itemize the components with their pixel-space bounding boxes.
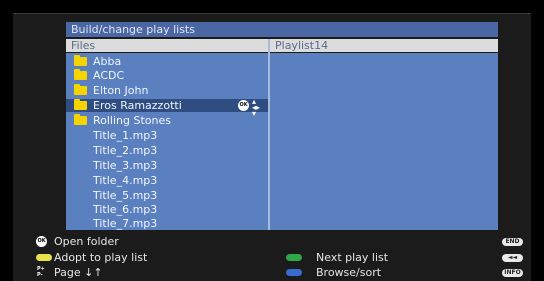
playlist-column-header: Playlist14 bbox=[270, 39, 498, 52]
folder-icon bbox=[74, 55, 87, 66]
list-item-label: Eros Ramazzotti bbox=[93, 99, 182, 112]
list-item-label: Elton John bbox=[93, 84, 149, 97]
window-title: Build/change play lists bbox=[66, 22, 498, 37]
list-item-label: Title_6.mp3 bbox=[93, 203, 158, 216]
list-item-label: Title_4.mp3 bbox=[93, 174, 158, 187]
end-key-icon: END bbox=[502, 238, 523, 246]
yellow-button-icon bbox=[36, 254, 52, 261]
list-item-label: Rolling Stones bbox=[93, 114, 171, 127]
list-item-label: Abba bbox=[93, 55, 122, 68]
legend-adopt-label: Adopt to play list bbox=[54, 251, 148, 264]
list-item-abba[interactable]: Abba bbox=[66, 55, 268, 68]
files-column-header: Files bbox=[66, 39, 268, 52]
page-up-down-icon: P+ P- bbox=[37, 266, 45, 278]
list-item-title-2[interactable]: Title_2.mp3 bbox=[66, 144, 268, 157]
list-item-label: Title_7.mp3 bbox=[93, 217, 158, 230]
folder-icon bbox=[74, 84, 87, 95]
list-item-label: Title_2.mp3 bbox=[93, 144, 158, 157]
folder-icon bbox=[74, 69, 87, 80]
legend-next-playlist-label: Next play list bbox=[316, 251, 389, 264]
legend-browse-label: Browse/sort bbox=[316, 266, 382, 279]
info-key-icon: INFO bbox=[502, 269, 523, 277]
list-item-title-5[interactable]: Title_5.mp3 bbox=[66, 189, 268, 202]
list-item-title-4[interactable]: Title_4.mp3 bbox=[66, 174, 268, 187]
list-item-title-6[interactable]: Title_6.mp3 bbox=[66, 203, 268, 216]
folder-icon bbox=[74, 114, 87, 125]
legend-page-label: Page ↓↑ bbox=[54, 266, 103, 279]
list-item-elton-john[interactable]: Elton John bbox=[66, 84, 268, 97]
list-item-acdc[interactable]: ACDC bbox=[66, 69, 268, 82]
legend-open-folder-label: Open folder bbox=[54, 235, 119, 248]
list-item-eros-ramazzotti[interactable]: Eros Ramazzotti OK ▴ ◂▸ ▾ bbox=[66, 98, 268, 118]
list-item-title-7[interactable]: Title_7.mp3 bbox=[66, 217, 268, 230]
list-item-label: Title_5.mp3 bbox=[93, 189, 158, 202]
list-item-rolling-stones[interactable]: Rolling Stones bbox=[66, 114, 268, 127]
rewind-key-icon: ◄◄ bbox=[502, 254, 523, 262]
list-item-title-1[interactable]: Title_1.mp3 bbox=[66, 129, 268, 142]
files-pane: Abba ACDC Elton John Eros Ramazzotti OK … bbox=[66, 53, 268, 230]
list-item-title-3[interactable]: Title_3.mp3 bbox=[66, 159, 268, 172]
blue-button-icon bbox=[286, 269, 302, 276]
playlist-pane[interactable] bbox=[270, 53, 498, 230]
ok-button-icon: OK bbox=[36, 236, 47, 247]
list-item-label: ACDC bbox=[93, 69, 125, 82]
list-item-label: Title_1.mp3 bbox=[93, 129, 158, 142]
ok-button-icon: OK bbox=[238, 100, 249, 111]
list-item-label: Title_3.mp3 bbox=[93, 159, 158, 172]
folder-icon bbox=[74, 99, 87, 110]
green-button-icon bbox=[286, 254, 302, 261]
